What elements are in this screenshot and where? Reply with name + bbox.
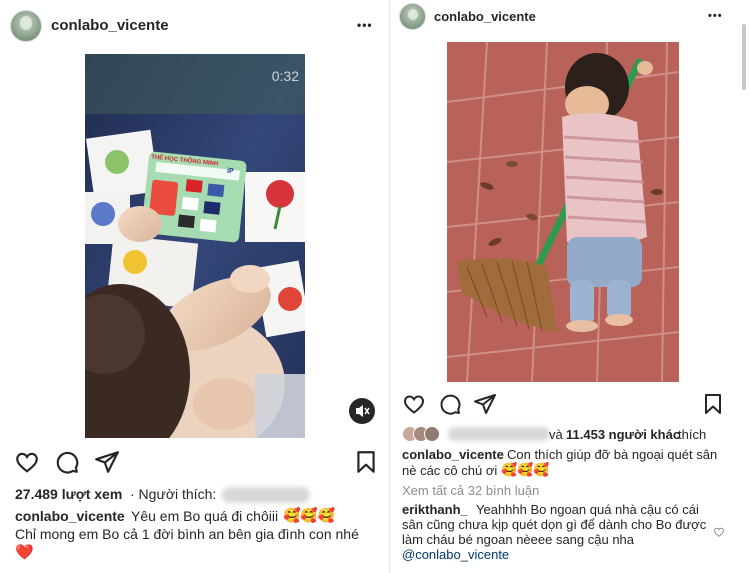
comment-username[interactable]: erikthanh_: [402, 502, 468, 517]
bookmark-icon[interactable]: [701, 392, 725, 416]
comment-mention-link[interactable]: @conlabo_vicente: [402, 547, 509, 562]
heart-icon[interactable]: [402, 392, 426, 416]
view-all-comments-link[interactable]: Xem tất cả 32 bình luận: [402, 483, 539, 498]
likes-count[interactable]: 11.453 người khác: [566, 427, 680, 442]
liked-by-username-redacted[interactable]: [222, 487, 310, 503]
card-logo: iP: [227, 168, 234, 175]
comment-text-line2: sân cũng chưa kịp quét dọn gì để dành ch…: [402, 517, 707, 532]
likes-prefix: và: [549, 427, 563, 442]
comment-icon[interactable]: [54, 449, 80, 475]
view-count[interactable]: 27.489 lượt xem: [15, 486, 122, 502]
caption-emoji: 🥰🥰🥰: [501, 462, 550, 477]
mute-button[interactable]: [349, 398, 375, 424]
photo-illustration: [447, 42, 679, 382]
heart-icon[interactable]: [14, 449, 40, 475]
avatar[interactable]: [399, 3, 426, 30]
caption-text-line2: Chỉ mong em Bo cả 1 đời bình an bên gia …: [15, 526, 359, 542]
avatar[interactable]: [10, 10, 42, 42]
right-post: conlabo_vicente ••• và 11.453 người khác…: [390, 0, 750, 573]
liker-avatars[interactable]: [402, 426, 446, 442]
more-icon[interactable]: •••: [357, 18, 373, 32]
caption-text: Con thích giúp đỡ bà ngoại quét sân: [507, 447, 718, 462]
liker-username-redacted[interactable]: [448, 427, 550, 441]
share-icon[interactable]: [473, 392, 497, 416]
caption-emoji: 🥰🥰🥰: [283, 507, 336, 523]
likes-suffix: thích: [678, 427, 707, 442]
comment-icon[interactable]: [438, 392, 462, 416]
comment-text-line3: làm cháu bé ngoan nèeee sang cậu nha: [402, 532, 635, 547]
username[interactable]: conlabo_vicente: [434, 9, 536, 24]
heart-emoji: ❤️: [15, 544, 34, 561]
scrollbar[interactable]: [742, 24, 746, 90]
liked-by-label: · Người thích:: [130, 486, 217, 502]
comment-like-heart-icon[interactable]: [713, 526, 725, 538]
caption-username[interactable]: conlabo_vicente: [15, 508, 125, 524]
video-frame-illustration: [85, 54, 305, 438]
post-video[interactable]: 0:32 0:32 THẺ HỌC THÔNG MINH iP: [85, 54, 305, 438]
mute-icon: [356, 405, 370, 417]
caption-text-line2: nè các cô chú ơi: [402, 463, 498, 478]
username[interactable]: conlabo_vicente: [51, 17, 169, 34]
left-post: conlabo_vicente ••• 0:32 THẺ HỌC THÔNG M…: [0, 0, 390, 573]
bookmark-icon[interactable]: [353, 449, 379, 475]
comment-text: Yeahhhh Bo ngoan quá nhà cậu có cái: [476, 502, 699, 517]
caption-text: Yêu em Bo quá đi chôiii: [131, 508, 279, 524]
video-timer-label: 0:32: [271, 68, 299, 84]
caption-username[interactable]: conlabo_vicente: [402, 447, 504, 462]
share-icon[interactable]: [94, 449, 120, 475]
more-icon[interactable]: •••: [708, 10, 723, 22]
post-photo[interactable]: [447, 42, 679, 382]
